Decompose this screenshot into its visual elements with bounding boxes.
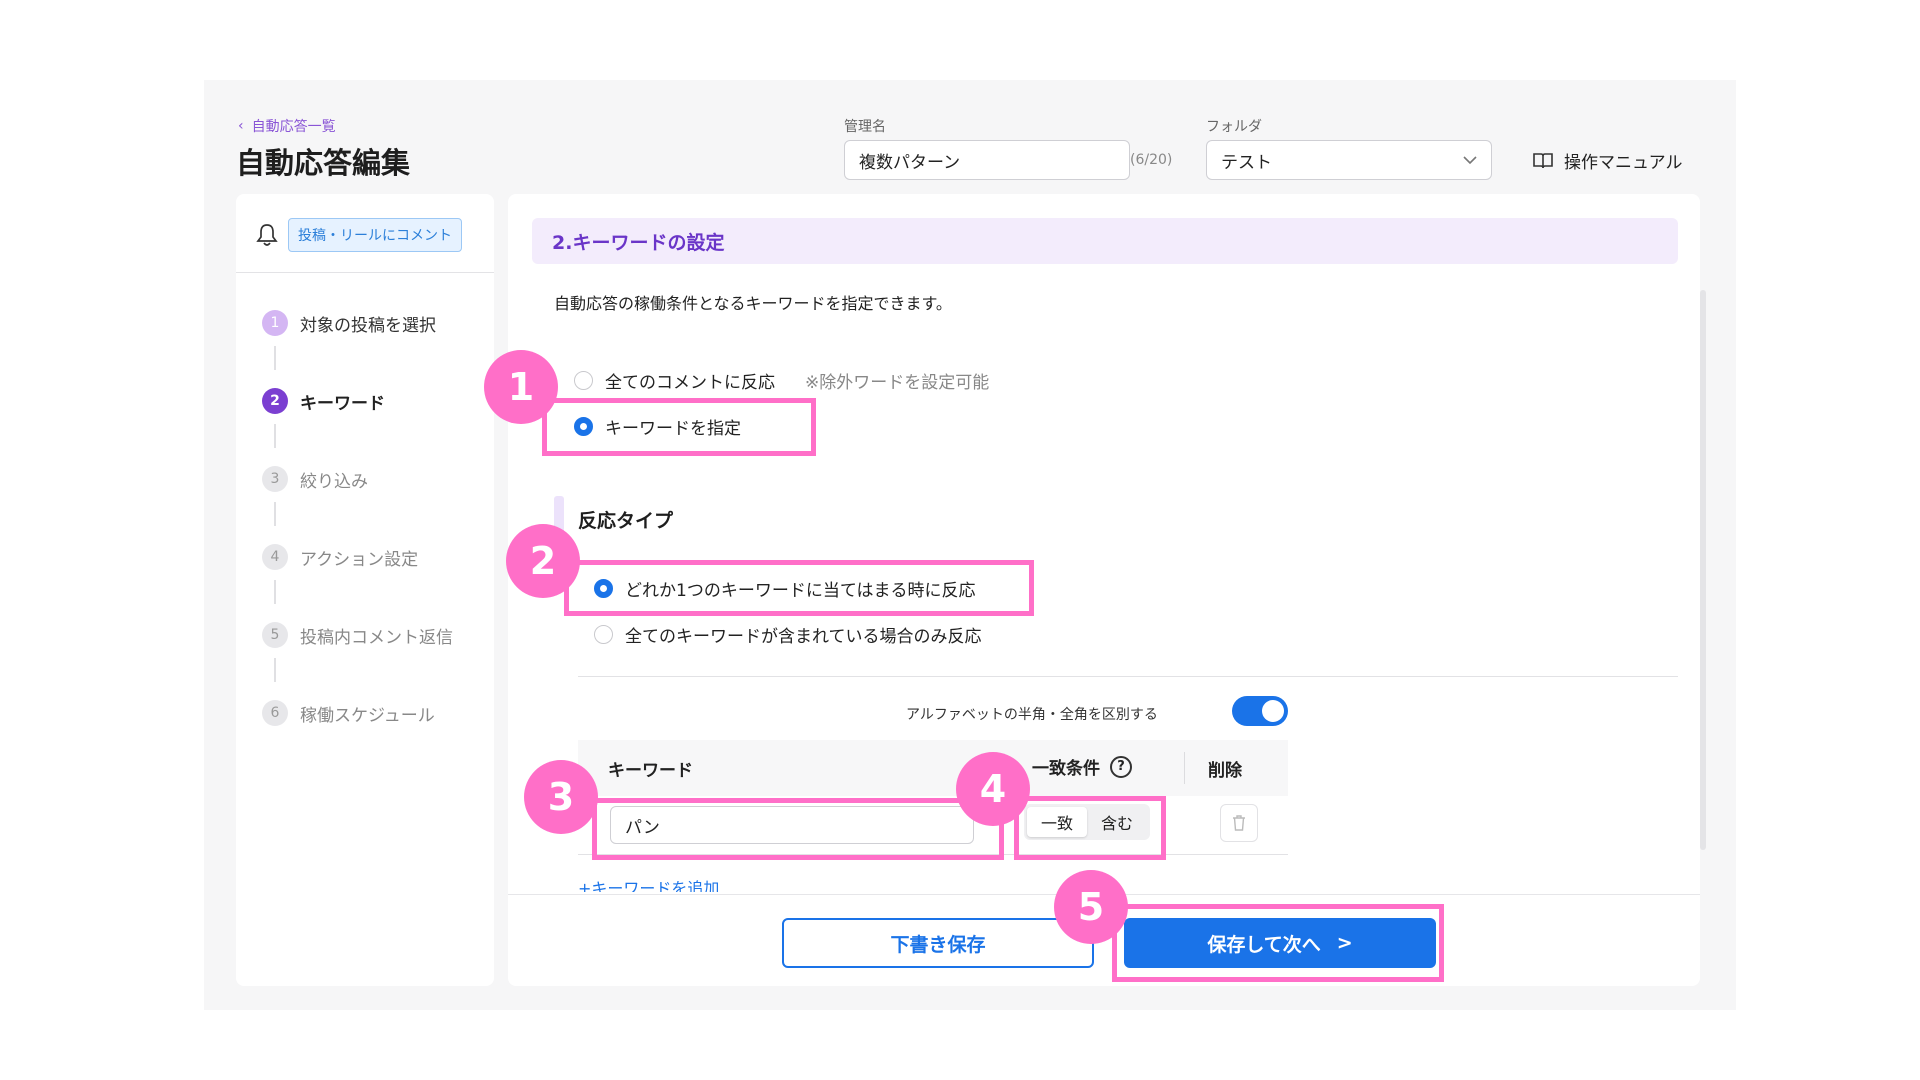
add-keyword-link[interactable]: +キーワードを追加 [578,878,719,892]
highlight-box-4 [1014,796,1166,860]
save-draft-button[interactable]: 下書き保存 [782,918,1094,968]
step-4[interactable]: 4 アクション設定 [262,544,418,570]
step-connector [274,346,276,370]
step-label: 絞り込み [300,471,368,492]
step-label: 対象の投稿を選択 [300,315,436,336]
back-link[interactable]: ‹ 自動応答一覧 [238,116,336,136]
step-2[interactable]: 2 キーワード [262,388,385,414]
reaction-type-title: 反応タイプ [578,510,674,532]
step-number: 3 [262,466,288,492]
radio-label: 全てのコメントに反応 [605,373,775,393]
radio-label: 全てのキーワードが含まれている場合のみ反応 [625,627,982,647]
radio-unchecked-icon [574,371,593,390]
step-1[interactable]: 1 対象の投稿を選択 [262,310,436,336]
step-label: アクション設定 [300,549,419,570]
divider [578,676,1678,677]
annotation-badge-4: 4 [956,752,1030,826]
step-label: 投稿内コメント返信 [300,627,453,648]
width-sensitivity-toggle[interactable] [1232,696,1288,726]
back-link-label: 自動応答一覧 [251,119,336,135]
width-sensitivity-label: アルファベットの半角・全角を区別する [906,707,1158,723]
name-label: 管理名 [844,119,886,135]
scrollbar[interactable] [1700,290,1706,850]
section-description: 自動応答の稼働条件となるキーワードを指定できます。 [554,294,952,313]
col-keyword: キーワード [608,761,693,781]
highlight-box-1 [542,398,816,456]
trigger-row: 投稿・リールにコメント [256,218,462,252]
col-match: 一致条件 ? [1032,754,1132,779]
highlight-box-2 [564,560,1034,616]
name-value: 複数パターン [859,152,961,173]
radio-note: ※除外ワードを設定可能 [805,373,990,393]
step-label: キーワード [300,393,385,414]
step-number: 5 [262,622,288,648]
step-connector [274,658,276,682]
page-title: 自動応答編集 [236,146,411,180]
folder-value: テスト [1221,152,1272,173]
step-6[interactable]: 6 稼働スケジュール [262,700,435,726]
annotation-badge-2: 2 [506,524,580,598]
name-counter: (6/20) [1130,152,1173,168]
section-title: 2.キーワードの設定 [532,218,1678,264]
manual-label: 操作マニュアル [1564,153,1683,173]
chevron-left-icon: ‹ [238,118,244,134]
radio-unchecked-icon [594,625,613,644]
step-connector [274,502,276,526]
bell-icon [256,224,278,246]
trigger-badge: 投稿・リールにコメント [288,218,462,252]
radio-all-keywords[interactable]: 全てのキーワードが含まれている場合のみ反応 [594,622,982,647]
folder-label: フォルダ [1206,119,1262,135]
step-5[interactable]: 5 投稿内コメント返信 [262,622,453,648]
manual-link[interactable]: 操作マニュアル [1532,148,1683,173]
step-number: 4 [262,544,288,570]
step-connector [274,424,276,448]
trash-icon [1233,815,1245,831]
delete-button[interactable] [1220,804,1258,842]
step-sidebar: 投稿・リールにコメント 1 対象の投稿を選択 2 キーワード 3 絞り込み 4 アクショ… [236,194,494,986]
toggle-knob [1262,700,1284,722]
book-icon [1533,152,1553,168]
highlight-box-3 [592,798,1004,860]
name-input[interactable]: 複数パターン [844,140,1130,180]
step-connector [274,580,276,604]
annotation-badge-3: 3 [524,760,598,834]
step-label: 稼働スケジュール [300,705,435,726]
chevron-down-icon [1463,156,1477,165]
help-icon[interactable]: ? [1110,755,1132,778]
col-match-label: 一致条件 [1032,759,1100,779]
column-separator [1184,752,1185,784]
folder-select[interactable]: テスト [1206,140,1492,180]
step-number: 2 [262,388,288,414]
step-3[interactable]: 3 絞り込み [262,466,368,492]
highlight-box-5 [1112,904,1444,982]
sidebar-divider [236,272,494,273]
col-delete: 削除 [1208,761,1242,781]
radio-all-comments[interactable]: 全てのコメントに反応 ※除外ワードを設定可能 [574,368,989,393]
step-number: 6 [262,700,288,726]
annotation-badge-1: 1 [484,350,558,424]
step-number: 1 [262,310,288,336]
annotation-badge-5: 5 [1054,870,1128,944]
